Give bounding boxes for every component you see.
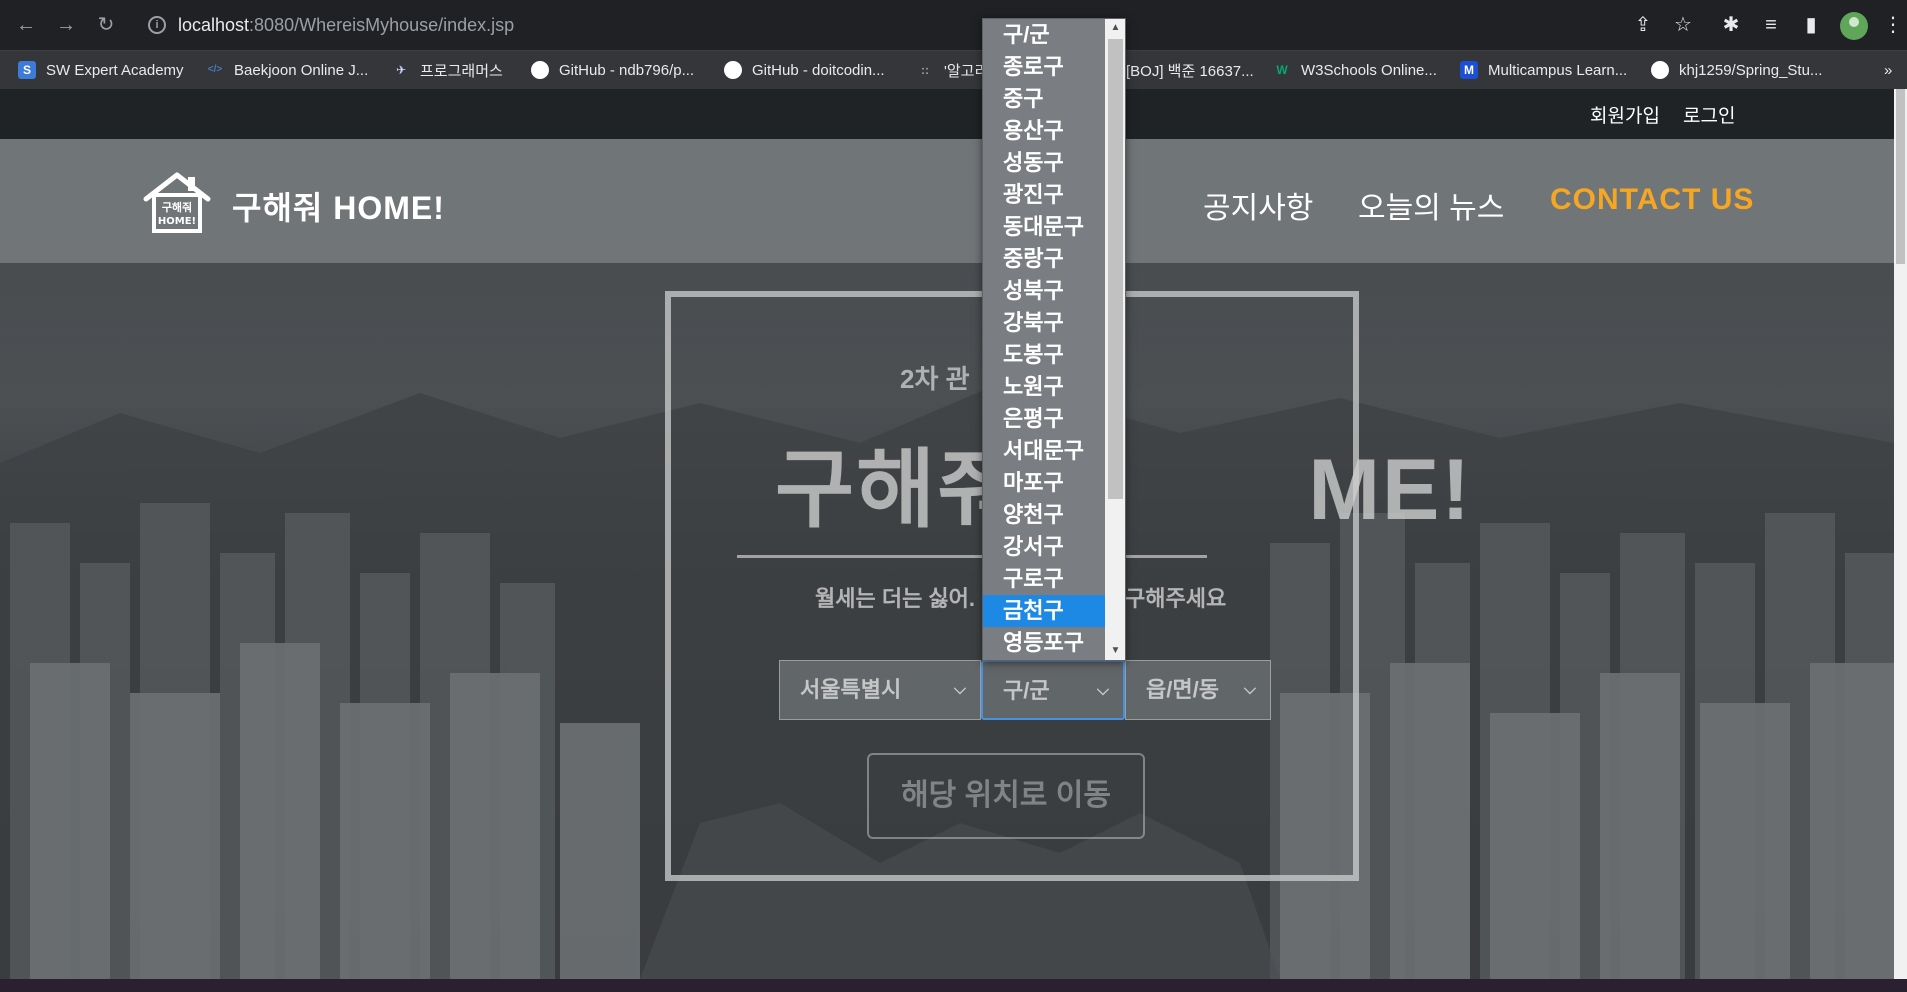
github-icon xyxy=(724,61,742,79)
bookmark-item[interactable]: khj1259/Spring_Stu... xyxy=(1651,51,1822,89)
media-icon[interactable]: ≡ xyxy=(1758,12,1784,38)
bookmark-label: 프로그래머스 xyxy=(420,62,503,80)
bookmark-label: Multicampus Learn... xyxy=(1488,61,1628,79)
github-icon xyxy=(1651,61,1669,79)
top-utility-bar: 회원가입 로그인 xyxy=(0,89,1894,139)
gu-option[interactable]: 강북구 xyxy=(983,307,1105,339)
programmers-icon: ✈ xyxy=(395,63,407,77)
gu-option[interactable]: 용산구 xyxy=(983,115,1105,147)
dong-select[interactable]: 읍/면/동 ⌵ xyxy=(1125,660,1271,720)
scroll-up-icon[interactable]: ▲ xyxy=(1105,19,1125,37)
bookmark-item[interactable]: ✈ 프로그래머스 xyxy=(392,51,503,89)
logo-text-2: HOME! xyxy=(158,216,196,227)
gu-option[interactable]: 구/군 xyxy=(983,19,1105,51)
profile-avatar[interactable] xyxy=(1840,12,1868,40)
chevron-down-icon: ⌵ xyxy=(1096,682,1109,699)
bookmark-item[interactable]: :: '알고리 xyxy=(916,51,988,89)
page-content: 회원가입 로그인 구해줘 HOME! 구해줘 HOME! 공지사항 오늘의 뉴스… xyxy=(0,89,1894,979)
gu-option[interactable]: 도봉구 xyxy=(983,339,1105,371)
nav-news[interactable]: 오늘의 뉴스 xyxy=(1358,183,1504,227)
bookmarks-overflow-icon[interactable]: » xyxy=(1884,51,1892,89)
gu-option[interactable]: 종로구 xyxy=(983,51,1105,83)
hero-desc-right: 구해주세요 xyxy=(1125,586,1227,611)
side-panel-icon[interactable]: ▮ xyxy=(1798,12,1824,38)
gu-option[interactable]: 은평구 xyxy=(983,403,1105,435)
bookmark-label: khj1259/Spring_Stu... xyxy=(1679,61,1823,79)
gu-options: 구/군 종로구 중구 용산구 성동구 광진구 동대문구 중랑구 성북구 강북구 도봉구 노원구 은평구 서… xyxy=(983,19,1105,659)
bookmark-star-icon[interactable]: ☆ xyxy=(1670,12,1696,38)
chevron-down-icon: ⌵ xyxy=(953,681,966,698)
swea-icon: S xyxy=(18,61,36,79)
bookmark-label: [BOJ] 백준 16637... xyxy=(1126,62,1254,80)
gu-option[interactable]: 중랑구 xyxy=(983,243,1105,275)
url-text[interactable]: localhost:8080/WhereisMyhouse/index.jsp xyxy=(178,15,514,36)
bookmark-label: GitHub - doitcodin... xyxy=(752,61,885,79)
gu-option[interactable]: 강서구 xyxy=(983,531,1105,563)
bookmark-item[interactable]: M Multicampus Learn... xyxy=(1460,51,1627,89)
gu-option[interactable]: 성북구 xyxy=(983,275,1105,307)
hero-desc-left: 월세는 더는 싫어. xyxy=(815,586,976,611)
gu-option[interactable]: 서대문구 xyxy=(983,435,1105,467)
gu-option[interactable]: 영등포구 xyxy=(983,627,1105,659)
bookmark-item[interactable]: GitHub - ndb796/p... xyxy=(531,51,694,89)
site-info-icon[interactable]: i xyxy=(148,16,166,34)
bookmark-label: Baekjoon Online J... xyxy=(234,61,369,79)
w3schools-icon: W xyxy=(1276,63,1288,77)
taskbar xyxy=(0,979,1907,992)
gu-option[interactable]: 광진구 xyxy=(983,179,1105,211)
gu-option[interactable]: 노원구 xyxy=(983,371,1105,403)
gu-option[interactable]: 양천구 xyxy=(983,499,1105,531)
bookmark-label: GitHub - ndb796/p... xyxy=(559,61,695,79)
city-select[interactable]: 서울특별시 ⌵ xyxy=(779,660,981,720)
back-icon[interactable]: ← xyxy=(14,13,38,37)
forward-icon[interactable]: → xyxy=(54,13,78,37)
login-link[interactable]: 로그인 xyxy=(1683,101,1735,128)
bookmark-item[interactable]: S SW Expert Academy xyxy=(18,51,184,89)
bookmark-item[interactable]: </> Baekjoon Online J... xyxy=(206,51,368,89)
gu-dropdown-list[interactable]: 구/군 종로구 중구 용산구 성동구 광진구 동대문구 중랑구 성북구 강북구 도봉구 노원구 은평구 서… xyxy=(982,18,1126,661)
logo-text-1: 구해줘 xyxy=(162,200,192,214)
dropdown-scroll-thumb[interactable] xyxy=(1108,39,1123,499)
github-icon xyxy=(531,61,549,79)
scroll-down-icon[interactable]: ▼ xyxy=(1105,642,1125,660)
bookmark-item[interactable]: [BOJ] 백준 16637... xyxy=(1126,51,1254,89)
house-logo-icon[interactable]: 구해줘 HOME! xyxy=(142,171,212,235)
extensions-icon[interactable]: ✱ xyxy=(1718,12,1744,38)
site-header: 구해줘 HOME! 구해줘 HOME! 공지사항 오늘의 뉴스 CONTACT … xyxy=(0,139,1894,263)
bookmarks-bar: S SW Expert Academy </> Baekjoon Online … xyxy=(0,51,1907,89)
nav-notice[interactable]: 공지사항 xyxy=(1203,183,1313,227)
bookmark-label: SW Expert Academy xyxy=(46,61,184,79)
gu-select[interactable]: 구/군 ⌵ xyxy=(981,660,1125,720)
hero-divider xyxy=(737,555,1207,558)
baekjoon-icon: </> xyxy=(207,64,223,75)
gu-option[interactable]: 성동구 xyxy=(983,147,1105,179)
signup-link[interactable]: 회원가입 xyxy=(1590,101,1660,128)
browser-toolbar: ← → ↻ i localhost:8080/WhereisMyhouse/in… xyxy=(0,0,1907,51)
bookmark-label: W3Schools Online... xyxy=(1301,61,1437,79)
page-scroll-thumb[interactable] xyxy=(1896,89,1905,264)
share-icon[interactable]: ⇪ xyxy=(1630,12,1656,38)
dong-select-value: 읍/면/동 xyxy=(1146,677,1219,702)
browser-chrome: ← → ↻ i localhost:8080/WhereisMyhouse/in… xyxy=(0,0,1907,89)
chevron-down-icon: ⌵ xyxy=(1243,681,1256,698)
menu-kebab-icon[interactable]: ⋮ xyxy=(1880,12,1906,38)
hero-title-right: ME! xyxy=(1308,442,1473,538)
multicampus-icon: M xyxy=(1460,61,1478,79)
gu-option[interactable]: 구로구 xyxy=(983,563,1105,595)
gu-option[interactable]: 중구 xyxy=(983,83,1105,115)
go-to-location-button[interactable]: 해당 위치로 이동 xyxy=(867,753,1145,839)
reload-icon[interactable]: ↻ xyxy=(94,13,118,37)
hero-subtitle: 2차 관 xyxy=(900,364,970,394)
brand-name[interactable]: 구해줘 HOME! xyxy=(232,183,445,229)
bookmark-item[interactable]: W W3Schools Online... xyxy=(1273,51,1437,89)
gu-option[interactable]: 마포구 xyxy=(983,467,1105,499)
nav-contact[interactable]: CONTACT US xyxy=(1550,183,1754,217)
gu-select-value: 구/군 xyxy=(1003,678,1050,703)
gu-option[interactable]: 금천구 xyxy=(983,595,1105,627)
city-select-value: 서울특별시 xyxy=(800,677,902,702)
gu-option[interactable]: 동대문구 xyxy=(983,211,1105,243)
dots-icon: :: xyxy=(921,63,929,77)
bookmark-item[interactable]: GitHub - doitcodin... xyxy=(724,51,885,89)
